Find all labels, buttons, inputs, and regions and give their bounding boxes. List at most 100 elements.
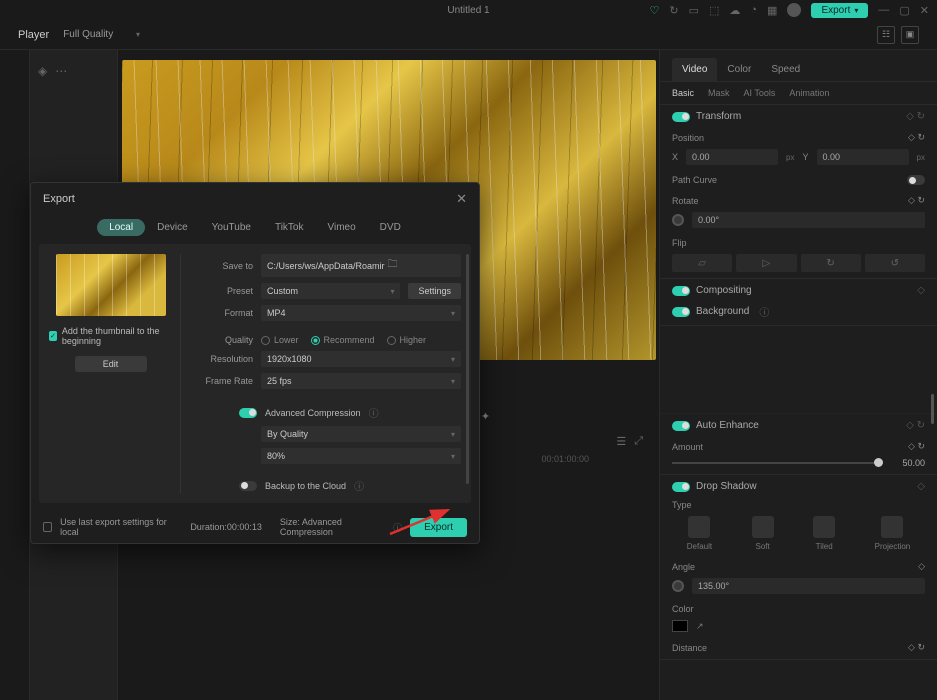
tab-vimeo[interactable]: Vimeo	[316, 219, 368, 236]
tab-local[interactable]: Local	[97, 219, 145, 236]
rotate-input[interactable]: 0.00°	[692, 212, 925, 228]
pathcurve-toggle[interactable]	[907, 175, 925, 185]
rotate-reset-icon[interactable]: ◇ ↻	[908, 195, 925, 206]
picture-icon[interactable]: ▣	[901, 26, 919, 44]
angle-knob[interactable]	[672, 580, 684, 592]
flip-v-button[interactable]: ▷	[736, 254, 796, 272]
subtab-mask[interactable]: Mask	[708, 88, 730, 98]
minimize-icon[interactable]: —	[878, 4, 889, 16]
ds-reset-icon[interactable]: ◇	[917, 481, 925, 492]
adv-compression-toggle[interactable]	[239, 408, 257, 418]
shadow-type-tiled[interactable]: Tiled	[813, 516, 835, 551]
color-swatch[interactable]	[672, 620, 688, 632]
close-icon[interactable]: ✕	[456, 191, 467, 207]
flip-h-button[interactable]: ▱	[672, 254, 732, 272]
framerate-label: Frame Rate	[191, 376, 253, 386]
qr-icon[interactable]: ▦	[767, 4, 777, 17]
comp-reset-icon[interactable]: ◇	[917, 285, 925, 296]
reset-icon[interactable]: ◇ ↻	[906, 111, 925, 122]
expand-icon[interactable]: ⤢	[634, 435, 643, 448]
position-x-input[interactable]: 0.00	[686, 149, 778, 165]
distance-label: Distance	[672, 643, 707, 653]
flip-cw-button[interactable]: ↻	[801, 254, 861, 272]
display-icon[interactable]: ▭	[689, 4, 699, 17]
dropshadow-label: Drop Shadow	[696, 481, 757, 492]
y-label: Y	[803, 152, 809, 162]
shadow-type-projection[interactable]: Projection	[875, 516, 911, 551]
save-icon[interactable]: ⬚	[709, 4, 719, 17]
rotate-knob[interactable]	[672, 214, 684, 226]
shadow-type-default[interactable]: Default	[687, 516, 712, 551]
info-icon[interactable]: ⓘ	[354, 478, 364, 493]
tab-video[interactable]: Video	[672, 58, 717, 81]
tab-tiktok[interactable]: TikTok	[263, 219, 316, 236]
close-window-icon[interactable]: ✕	[920, 4, 929, 17]
folder-icon[interactable]: 🗀	[385, 257, 401, 274]
cloud-icon[interactable]: ☁	[729, 4, 740, 17]
dropshadow-toggle[interactable]	[672, 482, 690, 492]
preset-label: Preset	[191, 286, 253, 296]
angle-reset-icon[interactable]: ◇	[918, 561, 925, 572]
format-select[interactable]: MP4▾	[261, 305, 461, 321]
history-icon[interactable]: ↻	[669, 4, 678, 17]
settings-button[interactable]: Settings	[408, 283, 461, 299]
shadow-type-soft[interactable]: Soft	[752, 516, 774, 551]
compression-mode-select[interactable]: By Quality▾	[261, 426, 461, 442]
save-path-input[interactable]: C:/Users/ws/AppData/Roamir🗀	[261, 254, 461, 277]
framerate-select[interactable]: 25 fps▾	[261, 373, 461, 389]
tab-color[interactable]: Color	[717, 58, 761, 81]
add-thumbnail-checkbox[interactable]: ✓Add the thumbnail to the beginning	[49, 326, 172, 346]
background-toggle[interactable]	[672, 307, 690, 317]
list-icon[interactable]: ☰	[616, 435, 626, 448]
quality-higher-radio[interactable]: Higher	[387, 335, 427, 345]
ae-reset-icon[interactable]: ◇ ↻	[906, 420, 925, 431]
x-label: X	[672, 152, 678, 162]
export-top-button[interactable]: Export▾	[811, 3, 868, 18]
keyframe-icon[interactable]: ◇ ↻	[908, 132, 925, 143]
eyedropper-icon[interactable]: ↗	[696, 621, 704, 632]
tag-icon[interactable]: ◈	[38, 64, 47, 78]
export-button[interactable]: Export	[410, 518, 467, 537]
quality-lower-radio[interactable]: Lower	[261, 335, 299, 345]
settings-icon[interactable]: ✦	[481, 410, 490, 423]
more-icon[interactable]: ⋯	[55, 64, 67, 78]
backup-cloud-toggle[interactable]	[239, 481, 257, 491]
info-icon[interactable]: ⓘ	[369, 405, 379, 420]
avatar[interactable]	[787, 3, 801, 17]
pathcurve-label: Path Curve	[672, 175, 717, 185]
compositing-toggle[interactable]	[672, 286, 690, 296]
size-info-icon[interactable]: ⓘ	[393, 521, 402, 534]
size-text: Size: Advanced Compression	[280, 517, 385, 537]
dist-reset-icon[interactable]: ◇ ↻	[908, 642, 925, 653]
preset-select[interactable]: Custom▾	[261, 283, 400, 299]
resolution-select[interactable]: 1920x1080▾	[261, 351, 461, 367]
transform-toggle[interactable]	[672, 112, 690, 122]
subtab-ai[interactable]: AI Tools	[744, 88, 776, 98]
rotate-label: Rotate	[672, 196, 699, 206]
info-icon[interactable]: ⓘ	[759, 304, 769, 319]
use-last-checkbox[interactable]	[43, 522, 52, 532]
flip-ccw-button[interactable]: ↺	[865, 254, 925, 272]
angle-input[interactable]: 135.00°	[692, 578, 925, 594]
bell-icon[interactable]: ◔	[750, 4, 757, 16]
amount-slider[interactable]	[672, 462, 883, 464]
compression-pct-select[interactable]: 80%▾	[261, 448, 461, 464]
transform-label: Transform	[696, 111, 741, 122]
tab-dvd[interactable]: DVD	[368, 219, 413, 236]
tab-youtube[interactable]: YouTube	[200, 219, 263, 236]
scrollbar-thumb[interactable]	[931, 394, 934, 424]
restore-icon[interactable]: ▢	[899, 4, 909, 17]
tab-speed[interactable]: Speed	[761, 58, 810, 81]
position-y-input[interactable]: 0.00	[817, 149, 909, 165]
edit-button[interactable]: Edit	[75, 356, 147, 372]
quality-recommend-radio[interactable]: Recommend	[311, 335, 375, 345]
subtab-animation[interactable]: Animation	[789, 88, 829, 98]
quality-select[interactable]: Full Quality ▾	[63, 29, 140, 40]
gift-icon[interactable]: ♡	[649, 4, 659, 17]
amount-reset-icon[interactable]: ◇ ↻	[908, 441, 925, 452]
tab-device[interactable]: Device	[145, 219, 200, 236]
dialog-title: Export	[43, 193, 75, 205]
autoenhance-toggle[interactable]	[672, 421, 690, 431]
grid-icon[interactable]: ☷	[877, 26, 895, 44]
subtab-basic[interactable]: Basic	[672, 88, 694, 98]
